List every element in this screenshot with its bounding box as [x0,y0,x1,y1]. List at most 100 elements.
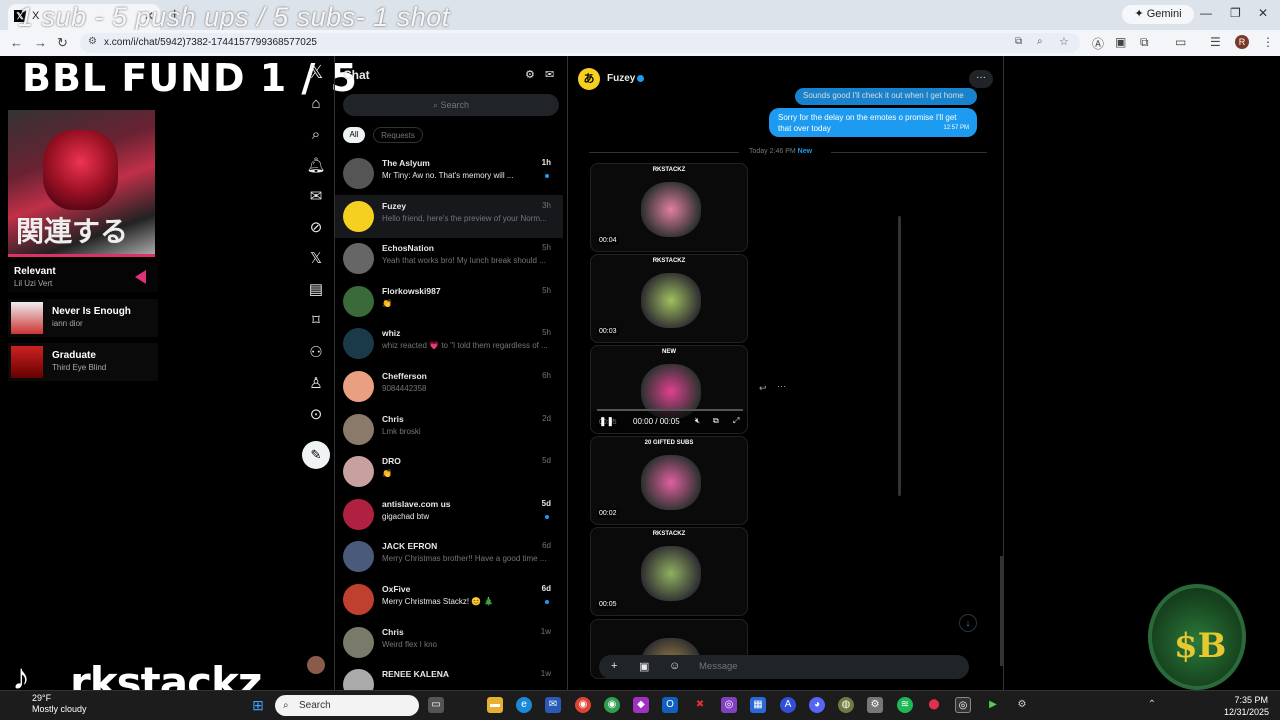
streamlabs-icon[interactable]: ▶ [985,697,1001,713]
contact-avatar[interactable]: あ [578,68,600,90]
new-message-icon[interactable]: ✉ [545,68,554,81]
conversation-more-button[interactable]: ··· [969,70,993,88]
video-progress-bar[interactable] [597,409,743,411]
explore-search-icon[interactable]: ⌕ [304,123,328,147]
reply-icon[interactable]: ↩ [759,383,767,394]
extension-2-icon[interactable]: ▣ [1115,35,1126,49]
profile-icon[interactable]: ♙ [304,372,328,396]
conversation-item[interactable]: antislave.com us gigachad btw 5d [335,493,563,536]
spotify-icon[interactable]: ≋ [897,697,913,713]
conversation-item[interactable]: Chris Lmk broski 2d [335,408,563,451]
mail-icon[interactable]: ✉ [545,697,561,713]
tray-chevron-icon[interactable]: ⌃ [1144,697,1160,713]
app-icon[interactable]: ◆ [633,697,649,713]
taskbar-search[interactable]: ⌕ Search [275,695,419,716]
media-icon[interactable]: ▣ [639,660,649,673]
profile-avatar[interactable]: R [1235,35,1249,49]
extension-icon[interactable]: Ⓐ [1092,35,1104,52]
app-globe-icon[interactable]: ◍ [838,697,854,713]
install-icon[interactable]: ⧉ [1015,36,1022,47]
reload-icon[interactable]: ↻ [57,35,68,51]
settings-icon[interactable]: ⚙ [867,697,883,713]
conversation-item[interactable]: DRO 👏 5d [335,450,563,493]
bookmark-star-icon[interactable]: ☆ [1059,35,1069,48]
menu-lines-icon[interactable]: ☰ [1210,35,1221,49]
video-attachment[interactable]: RKSTACKZ 00:04 [590,163,748,252]
video-attachment[interactable]: 20 GIFTED SUBS 00:02 [590,436,748,525]
conversation-item[interactable]: JACK EFRON Merry Christmas brother!! Have… [335,535,563,578]
cast-icon[interactable]: ▭ [1175,35,1186,49]
extensions-puzzle-icon[interactable]: ⧉ [1140,35,1149,50]
map-pin-icon[interactable]: ⬤ [926,697,942,713]
windows-taskbar: 29°F Mostly cloudy ⊞ ⌕ Search ▭ ▬ e ✉ ◉ ◉… [0,690,1280,720]
lists-icon[interactable]: ▤ [304,278,328,302]
edge-icon[interactable]: e [516,697,532,713]
app-purple-icon[interactable]: ◎ [721,697,737,713]
gemini-button[interactable]: ✦ Gemini [1122,5,1194,24]
file-explorer-icon[interactable]: ▬ [487,697,503,713]
discord-icon[interactable]: ◕ [809,697,825,713]
store-icon[interactable]: ▦ [750,697,766,713]
app-gear-icon[interactable]: ⚙ [1014,697,1030,713]
url-field[interactable]: ⚙ x.com/i/chat/5942)7382-174415779936857… [80,33,1080,53]
notifications-bell-icon[interactable]: 🔔︎ [304,154,328,178]
conversation-item[interactable]: Fuzey Hello friend, here's the preview of… [335,194,563,238]
forward-icon[interactable]: → [34,35,47,50]
message-composer[interactable]: + ▣ ☺ Message [599,655,969,679]
video-attachment[interactable]: RKSTACKZ 00:05 [590,527,748,616]
weather-widget[interactable]: 29°F Mostly cloudy [12,693,87,715]
app-red-icon[interactable]: ✖ [692,697,708,713]
scroll-to-bottom-button[interactable]: ↓ [959,614,977,632]
zoom-icon[interactable]: ⌕ [1037,36,1043,47]
contact-name[interactable]: Fuzey [607,73,645,84]
minimize-icon[interactable]: — [1200,6,1212,20]
conversation-item[interactable]: whiz whiz reacted 💗 to "I told them regar… [335,322,563,365]
app-a-icon[interactable]: A [780,697,796,713]
settings-gear-icon[interactable]: ⚙ [525,68,535,81]
account-avatar[interactable] [307,656,325,674]
chrome-alt-icon[interactable]: ◉ [604,697,620,713]
add-attachment-icon[interactable]: + [611,660,617,672]
conversation-item[interactable]: Chefferson 9084442358 6h [335,365,563,408]
more-circle-icon[interactable]: ⊙ [304,403,328,427]
conversation-item[interactable]: The Aslyum Mr Tiny: Aw no. That's memory … [335,152,563,195]
home-icon[interactable]: ⌂ [304,92,328,116]
obs-icon[interactable]: ◎ [955,697,971,713]
emoji-icon[interactable]: ☺ [669,660,680,672]
system-clock[interactable]: 7:35 PM 12/31/2025 [1224,694,1269,718]
mute-icon[interactable]: 🔇︎ [695,416,700,426]
message-bubble[interactable]: Sounds good I'll check it out when I get… [795,88,977,105]
compose-post-button[interactable]: ✎ [302,441,330,469]
task-view-icon[interactable]: ▭ [428,697,444,713]
conversation-item[interactable]: Florkowski987 👏 5h [335,280,563,323]
messages-envelope-icon[interactable]: ✉ [304,185,328,209]
maximize-icon[interactable]: ❐ [1230,6,1241,20]
communities-icon[interactable]: ⚇ [304,341,328,365]
conversation-item[interactable]: Chris Weird flex I kno 1w [335,621,563,664]
message-more-icon[interactable]: ··· [777,381,786,391]
back-icon[interactable]: ← [10,35,23,50]
fullscreen-icon[interactable]: ⤢ [733,416,739,426]
pip-icon[interactable]: ⧉ [713,416,719,426]
x-home-logo-icon[interactable]: 𝕏 [304,60,328,84]
conversation-item[interactable]: OxFive Merry Christmas Stackz! 😊 🎄 6d [335,578,563,621]
conversation-avatar [343,285,374,317]
site-info-icon[interactable]: ⚙ [88,36,97,47]
grok-icon[interactable]: ⊘ [304,216,328,240]
windows-start-icon[interactable]: ⊞ [250,697,266,713]
outlook-icon[interactable]: O [662,697,678,713]
x-premium-icon[interactable]: 𝕏 [304,247,328,271]
pause-icon[interactable]: ❚❚ [599,416,614,427]
filter-requests-tab[interactable]: Requests [373,127,423,143]
video-attachment[interactable]: NEW00:05❚❚00:00 / 00:05🔇︎⧉⤢ [590,345,748,434]
message-bubble[interactable]: Sorry for the delay on the emotes o prom… [769,108,977,137]
filter-all-tab[interactable]: All [343,127,365,143]
chat-search-input[interactable]: ⌕ Search [343,94,559,116]
conversation-scrollbar[interactable] [1000,556,1003,666]
bookmarks-icon[interactable]: ⌑ [304,309,328,333]
chrome-icon[interactable]: ◉ [575,697,591,713]
close-window-icon[interactable]: ✕ [1258,6,1268,20]
conversation-item[interactable]: EchosNation Yeah that works bro! My lunch… [335,237,563,280]
video-attachment[interactable]: RKSTACKZ 00:03 [590,254,748,343]
more-menu-icon[interactable]: ⋮ [1262,35,1274,49]
